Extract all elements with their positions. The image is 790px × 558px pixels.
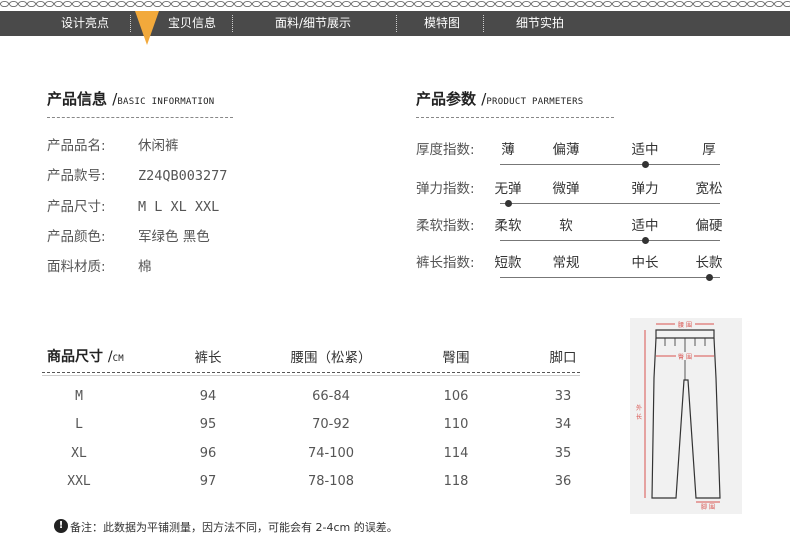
- param-option: 无弹: [494, 181, 522, 197]
- col-header-waist: 腰围（松紧）: [290, 350, 372, 366]
- param-scale-line: [500, 277, 720, 278]
- param-option: 弹力: [631, 181, 659, 197]
- param-label: 弹力指数:: [416, 181, 475, 197]
- tab-label: 模特图: [423, 16, 460, 30]
- param-option: 厚: [702, 142, 716, 158]
- measure-cell: 110: [443, 417, 469, 432]
- measure-cell: 66-84: [312, 389, 350, 404]
- waist-label: 腰 围: [678, 322, 692, 329]
- param-option: 薄: [501, 142, 515, 158]
- info-row-name: 产品品名: 休闲裤: [47, 138, 179, 154]
- param-option: 微弹: [552, 181, 580, 197]
- decorative-chain-border: [0, 0, 790, 8]
- diagram-background: [630, 318, 742, 514]
- tab-product-info[interactable]: 宝贝信息: [152, 11, 232, 36]
- tab-fabric-details[interactable]: 面料/细节展示: [248, 11, 378, 36]
- param-scale-line: [500, 203, 720, 204]
- size-cell: XXL: [67, 474, 91, 489]
- hip-label: 臀 围: [678, 354, 692, 361]
- col-header-hip: 臀围: [442, 350, 470, 366]
- measure-cell: 74-100: [307, 446, 355, 461]
- pants-measurement-diagram: 腰 围 臀 围 外 长 脚 围: [630, 318, 742, 514]
- active-tab-indicator-icon: [135, 11, 159, 45]
- table-divider: [42, 372, 580, 373]
- size-cell: XL: [71, 446, 87, 461]
- param-selected-dot: [706, 274, 713, 281]
- length-label-1: 外: [636, 404, 642, 412]
- tab-label: 面料/细节展示: [274, 16, 352, 30]
- param-scale-line: [500, 240, 720, 241]
- nav-separator: [396, 15, 397, 32]
- param-option: 适中: [631, 218, 659, 234]
- param-option: 柔软: [494, 218, 522, 234]
- measure-cell: 34: [554, 417, 572, 432]
- divider: [416, 117, 614, 118]
- param-label: 裤长指数:: [416, 255, 475, 271]
- param-row: 裤长指数: 短款 常规 中长 长款: [416, 251, 723, 281]
- measure-cell: 70-92: [312, 417, 350, 432]
- measure-cell: 118: [443, 474, 469, 489]
- measure-cell: 35: [554, 446, 572, 461]
- param-option: 偏薄: [552, 142, 580, 158]
- measure-cell: 96: [199, 446, 217, 461]
- hem-label: 脚 围: [701, 503, 715, 511]
- measurement-note: 备注：此数据为平铺测量，因方法不同，可能会有 2-4cm 的误差。: [70, 521, 398, 534]
- measure-cell: 95: [199, 417, 217, 432]
- section-nav-bar: 设计亮点 宝贝信息 面料/细节展示 模特图 细节实拍: [0, 11, 790, 36]
- tab-label: 设计亮点: [60, 16, 109, 30]
- nav-separator: [483, 15, 484, 32]
- divider: [47, 117, 233, 118]
- product-info-heading: 产品信息 /BASIC INFORMATION: [47, 90, 215, 108]
- tab-detail-shots[interactable]: 细节实拍: [495, 11, 585, 36]
- info-row-size: 产品尺寸: M L XL XXL: [47, 199, 220, 215]
- product-params-heading: 产品参数 /PRODUCT PARMETERS: [416, 90, 584, 108]
- param-selected-dot: [642, 237, 649, 244]
- param-selected-dot: [642, 161, 649, 168]
- size-cell: L: [75, 417, 83, 432]
- info-row-color: 产品颜色: 军绿色 黑色: [47, 229, 210, 245]
- param-row: 柔软指数: 柔软 软 适中 偏硬: [416, 214, 723, 244]
- tab-design-highlights[interactable]: 设计亮点: [40, 11, 130, 36]
- measure-cell: 78-108: [307, 474, 355, 489]
- length-label-2: 长: [636, 413, 642, 421]
- measure-cell: 114: [443, 446, 469, 461]
- tab-label: 细节实拍: [515, 16, 564, 30]
- param-option: 中长: [631, 255, 659, 271]
- param-scale-line: [500, 164, 720, 165]
- table-divider: [42, 375, 580, 376]
- warning-icon: !: [54, 519, 68, 533]
- param-option: 宽松: [695, 181, 723, 197]
- size-cell: M: [75, 389, 83, 404]
- param-option: 软: [559, 218, 573, 234]
- param-row: 厚度指数: 薄 偏薄 适中 厚: [416, 138, 720, 168]
- info-row-material: 面料材质: 棉: [47, 259, 152, 275]
- info-row-style-no: 产品款号: Z24QB003277: [47, 168, 228, 184]
- param-label: 柔软指数:: [416, 218, 475, 234]
- param-option: 长款: [695, 255, 723, 271]
- param-option: 短款: [494, 255, 522, 271]
- param-label: 厚度指数:: [416, 142, 475, 158]
- col-header-hem: 脚口: [549, 350, 577, 366]
- param-option: 偏硬: [695, 218, 723, 234]
- col-header-length: 裤长: [194, 350, 222, 366]
- measure-cell: 97: [199, 474, 217, 489]
- measure-cell: 94: [199, 389, 217, 404]
- nav-separator: [232, 15, 233, 32]
- measure-cell: 106: [443, 389, 469, 404]
- tab-label: 宝贝信息: [167, 16, 216, 30]
- measure-cell: 33: [554, 389, 572, 404]
- size-table-heading: 商品尺寸 /CM: [47, 349, 125, 365]
- measure-cell: 36: [554, 474, 572, 489]
- param-row: 弹力指数: 无弹 微弹 弹力 宽松: [416, 177, 723, 207]
- nav-separator: [130, 15, 131, 32]
- tab-model-photos[interactable]: 模特图: [405, 11, 479, 36]
- param-option: 适中: [631, 142, 659, 158]
- param-selected-dot: [505, 200, 512, 207]
- param-option: 常规: [552, 255, 580, 271]
